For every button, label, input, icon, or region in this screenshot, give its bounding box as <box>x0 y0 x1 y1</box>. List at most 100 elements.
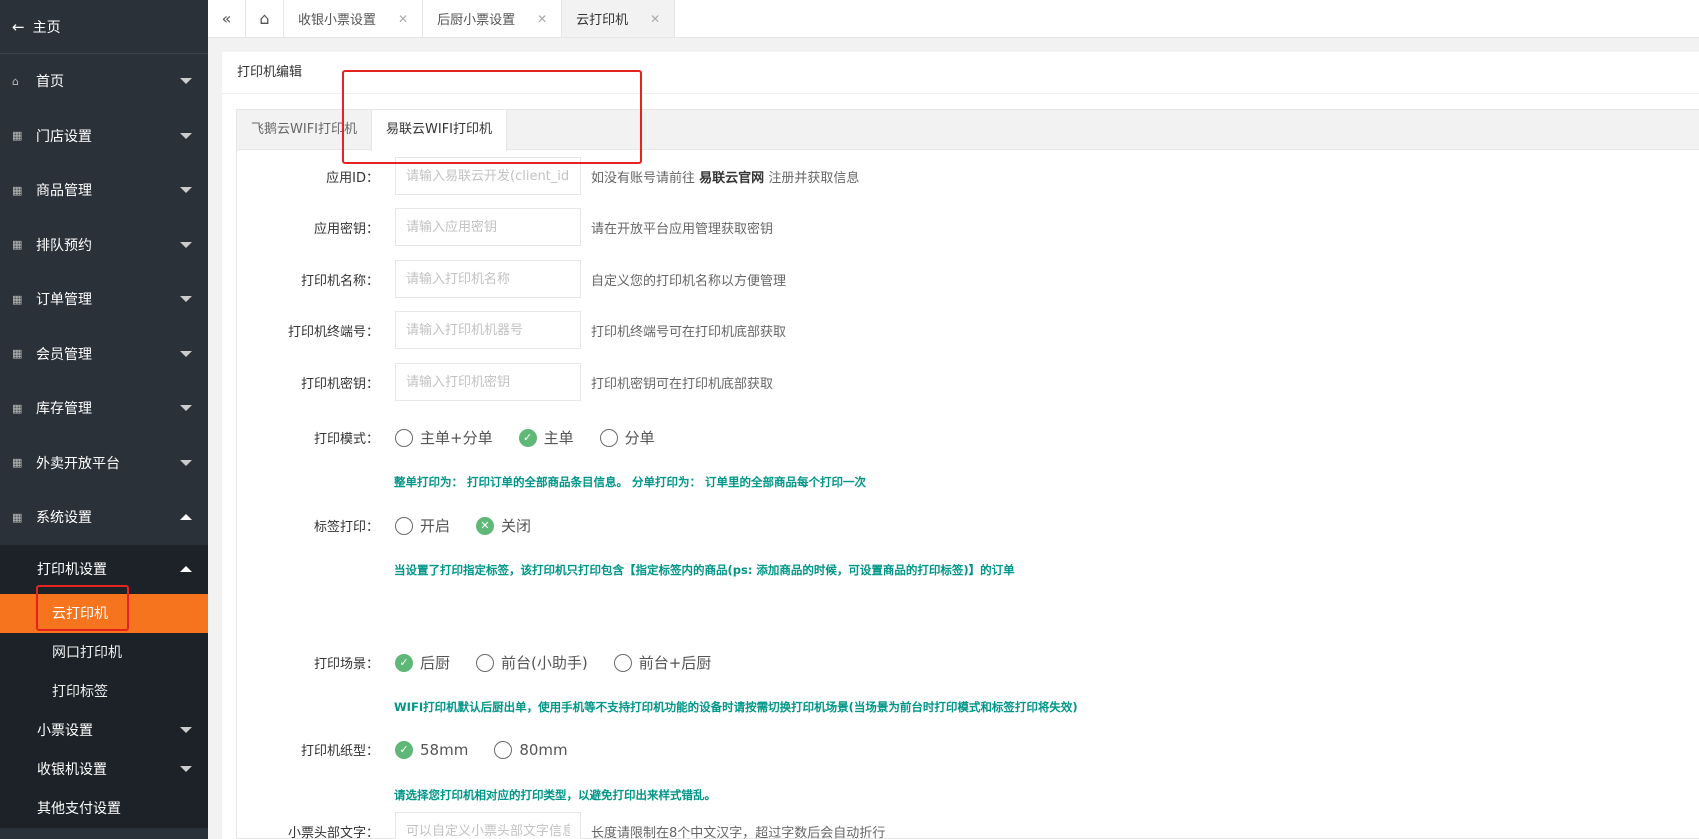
chevron-down-icon <box>180 766 192 772</box>
sidebar-item-network-printer[interactable]: 网口打印机 <box>0 633 208 672</box>
scene-note: WIFI打印机默认后厨出单，使用手机等不支持打印机功能的设备时请按需切换打印机场… <box>394 700 1078 714</box>
printer-name-hint: 自定义您的打印机名称以方便管理 <box>591 273 787 289</box>
chevron-down-icon <box>180 296 192 303</box>
sidebar-item-label: 小票设置 <box>37 723 93 739</box>
radio-checked-icon: ✓ <box>395 653 413 672</box>
sidebar-item-home[interactable]: ⌂ 首页 <box>0 54 208 109</box>
option-label: 58mm <box>420 740 469 759</box>
sidebar-item-products[interactable]: ▦ 商品管理 <box>0 163 208 218</box>
app-secret-row: 应用密钥： 请在开放平台应用管理获取密钥 <box>237 208 773 246</box>
terminal-no-label: 打印机终端号： <box>287 324 379 340</box>
menu-icon: ▦ <box>12 129 23 143</box>
printer-name-input[interactable] <box>395 260 581 298</box>
sidebar-item-print-label[interactable]: 打印标签 <box>0 672 208 711</box>
label-print-label: 标签打印： <box>313 520 379 535</box>
label-print-option[interactable]: 开启 <box>395 515 450 536</box>
printer-tabs: 飞鹅云WIFI打印机 易联云WIFI打印机 应用ID： 如没有账号请前往 易联云… <box>236 109 1699 839</box>
printer-name-label: 打印机名称： <box>300 273 379 289</box>
app-id-hint: 如没有账号请前往 易联云官网 注册并获取信息 <box>591 167 859 186</box>
sidebar-item-label: 外卖开放平台 <box>36 455 120 472</box>
paper-label: 打印机纸型： <box>300 744 379 759</box>
annotation-box-tab <box>342 70 642 164</box>
close-icon[interactable]: ✕ <box>537 12 547 26</box>
yilian-site-link[interactable]: 易联云官网 <box>699 171 764 186</box>
printer-key-hint: 打印机密钥可在打印机底部获取 <box>591 376 774 392</box>
scene-option[interactable]: 前台(小助手) <box>476 652 588 673</box>
menu-icon: ▦ <box>12 401 23 415</box>
collapse-button[interactable]: « <box>208 0 246 37</box>
chevron-down-icon <box>180 187 192 194</box>
option-label: 80mm <box>519 740 568 759</box>
option-label: 主单+分单 <box>420 429 493 447</box>
sidebar-item-label: 首页 <box>36 74 64 91</box>
sidebar-item-queue[interactable]: ▦ 排队预约 <box>0 218 208 273</box>
sidebar-item-orders[interactable]: ▦ 订单管理 <box>0 272 208 327</box>
print-mode-option[interactable]: 主单+分单 <box>395 427 493 448</box>
chevron-down-icon <box>180 350 192 357</box>
main-content: 打印机编辑 飞鹅云WIFI打印机 易联云WIFI打印机 应用ID： 如没有账号请… <box>222 52 1699 839</box>
label-print-note: 当设置了打印指定标签，该打印机只打印包含【指定标签内的商品(ps: 添加商品的时… <box>394 563 1015 577</box>
scene-option[interactable]: 前台+后厨 <box>613 652 712 673</box>
tab-cloud-printer[interactable]: 云打印机 ✕ <box>562 0 676 37</box>
chevron-down-icon <box>180 405 192 412</box>
scene-label: 打印场景： <box>313 657 379 672</box>
paper-radios: ✓ 58mm 80mm <box>395 740 594 759</box>
tab-receipt-settings[interactable]: 收银小票设置 ✕ <box>284 0 424 37</box>
sidebar-item-label: 库存管理 <box>36 401 92 418</box>
sidebar-item-label: 排队预约 <box>36 237 92 254</box>
tab-label: 后厨小票设置 <box>437 13 516 28</box>
terminal-no-input[interactable] <box>395 311 581 349</box>
app-secret-input[interactable] <box>395 208 581 246</box>
option-label: 分单 <box>624 429 655 447</box>
sidebar-item-inventory[interactable]: ▦ 库存管理 <box>0 381 208 436</box>
radio-checked-icon: ✓ <box>518 428 537 447</box>
radio-unchecked-icon <box>494 740 513 759</box>
sidebar-item-cashier-settings[interactable]: 收银机设置 <box>0 750 208 789</box>
close-icon[interactable]: ✕ <box>398 12 408 26</box>
app-secret-label: 应用密钥： <box>313 221 379 237</box>
close-icon[interactable]: ✕ <box>650 12 660 26</box>
print-mode-row: 打印模式： 主单+分单 ✓ 主单 分单 <box>237 427 681 448</box>
annotation-box-menu <box>36 585 129 631</box>
sidebar-item-delivery[interactable]: ▦ 外卖开放平台 <box>0 436 208 491</box>
menu-icon: ▦ <box>12 238 23 252</box>
sidebar-item-label: 门店设置 <box>36 128 92 145</box>
sidebar-item-system[interactable]: ▦ 系统设置 <box>0 490 208 545</box>
sidebar-item-other-payment[interactable]: 其他支付设置 <box>0 789 208 828</box>
option-label: 前台(小助手) <box>501 654 588 672</box>
home-tab-button[interactable]: ⌂ <box>246 0 284 37</box>
scene-option[interactable]: ✓ 后厨 <box>395 652 450 673</box>
printer-key-input[interactable] <box>395 363 581 401</box>
print-mode-option[interactable]: ✓ 主单 <box>518 427 574 448</box>
print-mode-radios: 主单+分单 ✓ 主单 分单 <box>395 427 681 448</box>
paper-option[interactable]: ✓ 58mm <box>395 740 469 759</box>
menu-icon: ▦ <box>12 183 23 197</box>
chevron-down-icon <box>180 727 192 733</box>
label-print-row: 标签打印： 开启 ✕ 关闭 <box>237 515 557 536</box>
print-mode-option[interactable]: 分单 <box>599 427 655 448</box>
option-label: 前台+后厨 <box>638 654 712 672</box>
tab-kitchen-settings[interactable]: 后厨小票设置 ✕ <box>423 0 563 37</box>
print-mode-note: 整单打印为： 打印订单的全部商品条目信息。 分单打印为： 订单里的全部商品每个打… <box>394 475 867 489</box>
scene-radios: ✓ 后厨 前台(小助手) 前台+后厨 <box>395 652 737 673</box>
app-id-label: 应用ID： <box>326 170 379 186</box>
hint-text: 如没有账号请前往 <box>591 170 696 186</box>
app-secret-hint: 请在开放平台应用管理获取密钥 <box>591 221 774 237</box>
double-chevron-left-icon: « <box>221 9 232 28</box>
radio-unchecked-icon <box>613 653 632 672</box>
paper-option[interactable]: 80mm <box>494 740 568 759</box>
sidebar-home[interactable]: ← 主页 <box>0 0 208 54</box>
tab-label: 云打印机 <box>576 13 629 28</box>
sidebar-item-ticket-settings[interactable]: 小票设置 <box>0 711 208 750</box>
radio-unchecked-icon <box>476 653 495 672</box>
paper-row: 打印机纸型： ✓ 58mm 80mm <box>237 740 594 759</box>
menu-icon: ▦ <box>12 347 23 361</box>
sidebar-item-store-settings[interactable]: ▦ 门店设置 <box>0 109 208 164</box>
printer-key-label: 打印机密钥： <box>300 376 379 392</box>
option-label: 后厨 <box>420 654 451 672</box>
label-print-option[interactable]: ✕ 关闭 <box>476 515 531 536</box>
sidebar-item-members[interactable]: ▦ 会员管理 <box>0 327 208 382</box>
sidebar-item-label: 会员管理 <box>36 346 92 363</box>
header-text-input[interactable] <box>395 812 581 839</box>
sidebar-item-label: 打印标签 <box>52 684 108 700</box>
